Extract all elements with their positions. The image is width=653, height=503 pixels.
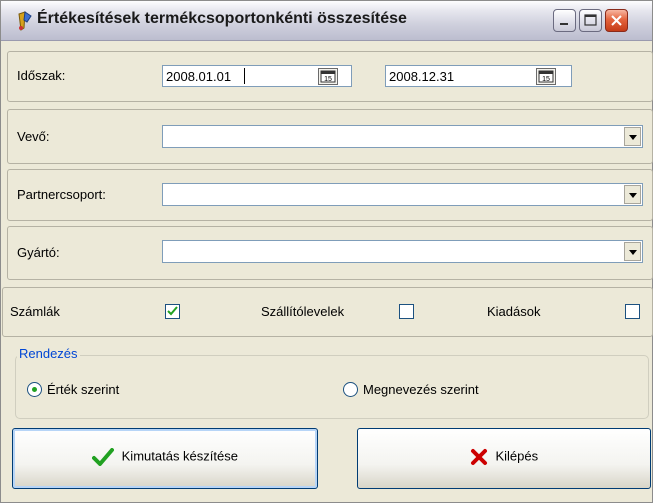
date-to-input[interactable]: 2008.12.31 15 [385,65,572,87]
close-button[interactable] [605,9,628,32]
minimize-button[interactable] [553,9,576,32]
chevron-down-icon [629,250,637,255]
partner-group-combo[interactable] [162,183,643,206]
maximize-button[interactable] [579,9,602,32]
checkmark-icon [167,306,178,316]
minimize-icon [560,23,568,25]
date-from-calendar-button[interactable]: 15 [318,68,338,85]
text-caret [244,68,245,84]
calendar-icon: 15 [538,70,554,83]
calendar-glyph-to: 15 [542,76,550,83]
sort-by-name-radio[interactable] [343,382,358,397]
sort-by-value-radio[interactable] [27,382,42,397]
title-bar[interactable]: Értékesítések termékcsoportonkénti össze… [1,1,652,41]
partner-group-panel: Partnercsoport: [7,169,653,221]
issues-label: Kiadások [487,304,541,319]
report-window: Értékesítések termékcsoportonkénti össze… [0,0,653,503]
period-panel: Időszak: 2008.01.01 15 2008.12.31 15 [7,51,653,102]
customer-panel: Vevő: [7,109,653,164]
document-types-panel: Számlák Szállítólevelek Kiadások [2,287,653,337]
create-report-button[interactable]: Kimutatás készítése [12,428,318,489]
calendar-icon: 15 [320,70,336,83]
period-label: Időszak: [17,68,66,83]
invoices-label: Számlák [10,304,60,319]
manufacturer-label: Gyártó: [17,245,60,260]
exit-label: Kilépés [495,448,539,464]
exit-button[interactable]: Kilépés [357,428,651,489]
customer-combo[interactable] [162,125,643,148]
sort-by-value-label[interactable]: Érték szerint [47,382,119,397]
invoices-checkbox[interactable] [165,304,180,319]
partner-group-label: Partnercsoport: [17,187,106,202]
create-report-label: Kimutatás készítése [121,448,238,464]
app-icon [18,11,32,31]
delivery-notes-checkbox[interactable] [399,304,414,319]
date-to-value: 2008.12.31 [389,69,455,84]
window-title: Értékesítések termékcsoportonkénti össze… [37,10,407,27]
sorting-legend: Rendezés [17,346,80,361]
manufacturer-panel: Gyártó: [7,226,653,280]
radio-selected-dot [32,387,37,392]
checkmark-icon [92,448,115,466]
partner-group-dropdown-button[interactable] [624,185,641,204]
calendar-glyph-from: 15 [324,76,332,83]
delivery-notes-label: Szállítólevelek [261,304,345,319]
close-icon [611,15,622,26]
sort-by-name-label[interactable]: Megnevezés szerint [363,382,479,397]
customer-label: Vevő: [17,129,50,144]
date-from-value: 2008.01.01 [166,69,232,84]
maximize-icon [584,14,597,26]
chevron-down-icon [629,193,637,198]
manufacturer-combo[interactable] [162,240,643,263]
issues-checkbox[interactable] [625,304,640,319]
date-to-calendar-button[interactable]: 15 [536,68,556,85]
customer-dropdown-button[interactable] [624,127,641,146]
manufacturer-dropdown-button[interactable] [624,242,641,261]
close-red-x-icon [470,449,487,465]
date-from-input[interactable]: 2008.01.01 15 [162,65,352,87]
chevron-down-icon [629,135,637,140]
